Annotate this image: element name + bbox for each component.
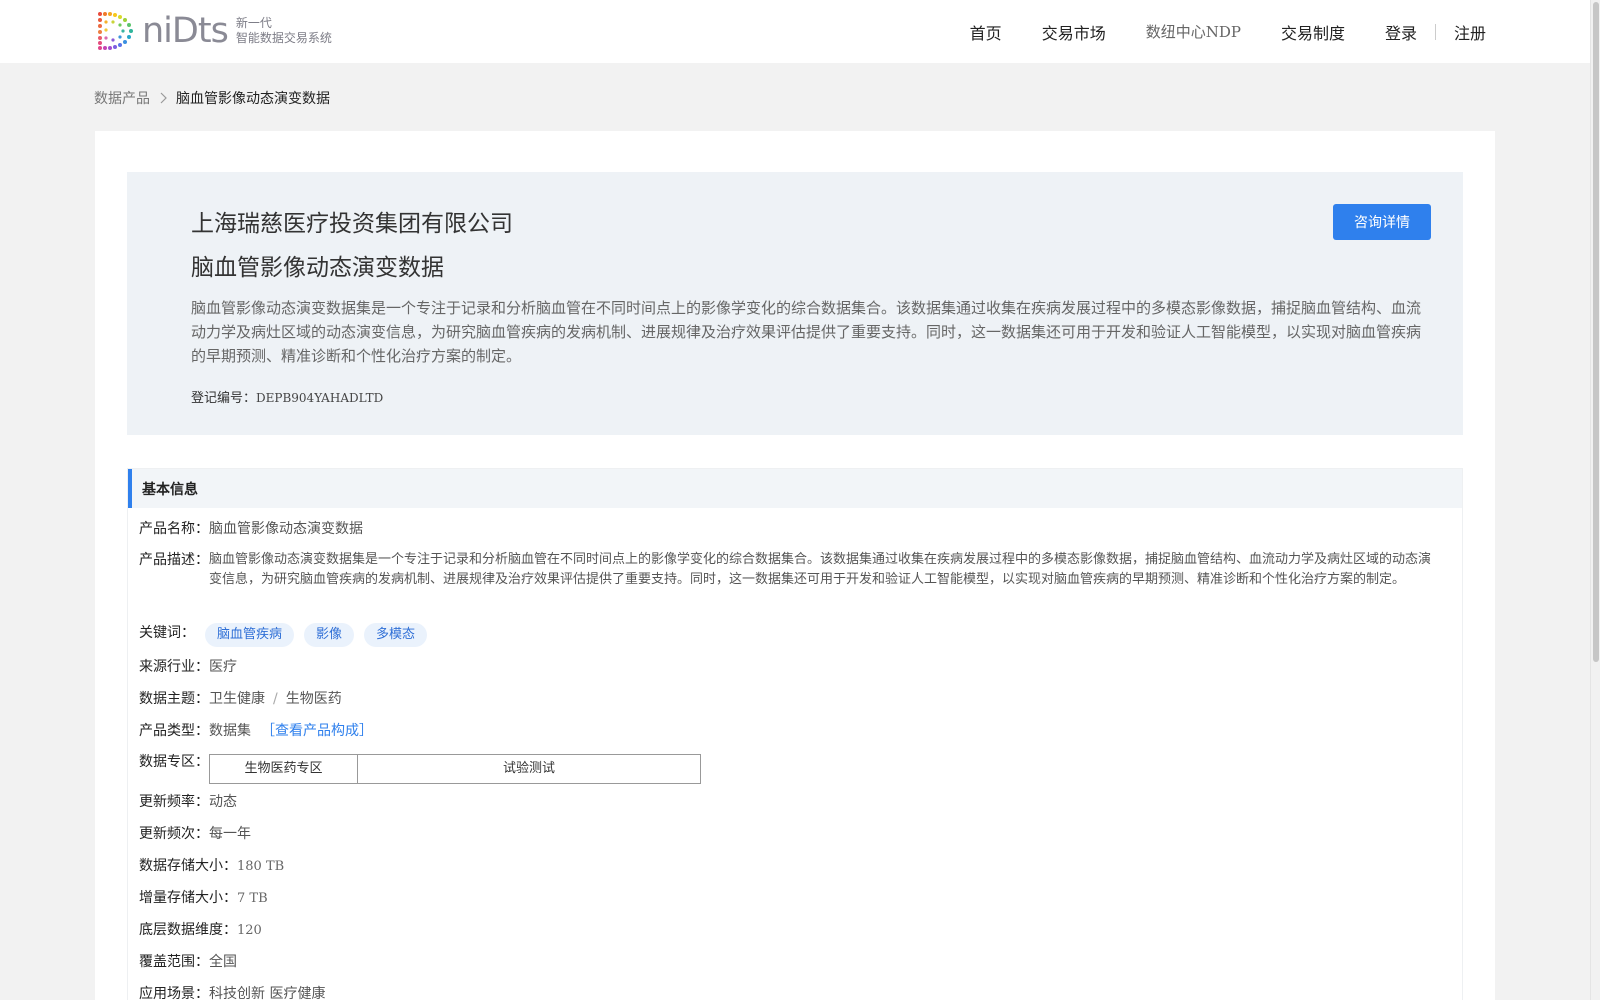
registration-label: 登记编号： xyxy=(191,391,257,406)
field-label: 数据主题： xyxy=(139,691,209,707)
nav-rules[interactable]: 交易制度 xyxy=(1281,20,1345,44)
field-application-scene: 应用场景： 科技创新 医疗健康 xyxy=(139,984,325,1000)
field-label: 增量存储大小： xyxy=(139,890,237,906)
field-label: 更新频次： xyxy=(139,826,209,842)
scrollbar-thumb[interactable] xyxy=(1593,2,1599,662)
field-coverage: 覆盖范围： 全国 xyxy=(139,952,237,973)
field-update-times: 更新频次： 每一年 xyxy=(139,824,251,845)
field-value: 数据集 xyxy=(209,723,251,739)
field-value: 卫生健康 xyxy=(209,691,265,707)
chevron-right-icon xyxy=(160,92,167,104)
field-data-zone: 数据专区： 生物医药专区 试验测试 xyxy=(139,752,701,784)
data-zone-cell: 生物医药专区 xyxy=(210,755,358,783)
field-label: 关键词： xyxy=(139,625,195,641)
register-link[interactable]: 注册 xyxy=(1454,20,1486,44)
field-label: 数据专区： xyxy=(139,754,209,770)
field-label: 应用场景： xyxy=(139,986,209,1000)
logo-tagline-line-2: 智能数据交易系统 xyxy=(235,31,332,45)
logo-tagline-line-1: 新一代 xyxy=(235,16,272,30)
field-label: 产品类型： xyxy=(139,723,209,739)
field-dimensions: 底层数据维度： 120 xyxy=(139,920,262,941)
registration-value: DEPB904YAHADLTD xyxy=(256,391,384,405)
field-value: 动态 xyxy=(209,794,237,810)
field-value: 脑血管影像动态演变数据集是一个专注于记录和分析脑血管在不同时间点上的影像学变化的… xyxy=(209,552,1432,587)
field-update-frequency: 更新频率： 动态 xyxy=(139,792,237,813)
top-navbar: niDts 新一代 智能数据交易系统 首页 交易市场 数纽中心NDP 交易制度 … xyxy=(0,0,1590,63)
field-label: 覆盖范围： xyxy=(139,954,209,970)
product-summary: 脑血管影像动态演变数据集是一个专注于记录和分析脑血管在不同时间点上的影像学变化的… xyxy=(191,299,1422,365)
product-hero: 上海瑞慈医疗投资集团有限公司 脑血管影像动态演变数据 脑血管影像动态演变数据集是… xyxy=(127,172,1463,435)
data-zone-table: 生物医药专区 试验测试 xyxy=(209,754,701,784)
keyword-tag[interactable]: 影像 xyxy=(304,623,355,647)
field-incremental-size: 增量存储大小： 7 TB xyxy=(139,888,268,909)
section-heading: 基本信息 xyxy=(128,469,1462,508)
breadcrumb-current: 脑血管影像动态演变数据 xyxy=(176,91,330,107)
field-product-description: 产品描述： 脑血管影像动态演变数据集是一个专注于记录和分析脑血管在不同时间点上的… xyxy=(139,550,1441,590)
logo-wordmark: niDts xyxy=(142,11,229,51)
product-title: 脑血管影像动态演变数据 xyxy=(191,255,444,281)
field-label: 产品名称： xyxy=(139,521,209,537)
field-label: 来源行业： xyxy=(139,659,209,675)
nav-divider xyxy=(1434,23,1436,40)
keyword-tag[interactable]: 多模态 xyxy=(364,623,428,647)
field-value: 医疗 xyxy=(209,659,237,675)
field-product-name: 产品名称： 脑血管影像动态演变数据 xyxy=(139,519,363,540)
field-label: 产品描述： xyxy=(139,552,209,568)
breadcrumb: 数据产品 脑血管影像动态演变数据 xyxy=(94,88,330,108)
field-value: 7 TB xyxy=(237,891,268,906)
field-industry: 来源行业： 医疗 xyxy=(139,657,237,678)
product-card: 上海瑞慈医疗投资集团有限公司 脑血管影像动态演变数据 脑血管影像动态演变数据集是… xyxy=(95,131,1495,1000)
company-name: 上海瑞慈医疗投资集团有限公司 xyxy=(191,211,513,237)
registration-number: 登记编号：DEPB904YAHADLTD xyxy=(191,387,383,406)
consult-details-button[interactable]: 咨询详情 xyxy=(1333,204,1431,240)
field-keywords: 关键词： 脑血管疾病 影像 多模态 xyxy=(139,623,437,647)
main-nav: 首页 交易市场 数纽中心NDP 交易制度 登录 注册 xyxy=(930,0,1486,63)
field-label: 数据存储大小： xyxy=(139,858,237,874)
field-product-type: 产品类型： 数据集 ［查看产品构成］ xyxy=(139,721,373,742)
topic-separator: / xyxy=(273,691,278,707)
nav-market[interactable]: 交易市场 xyxy=(1042,20,1106,44)
field-storage-size: 数据存储大小： 180 TB xyxy=(139,856,284,877)
view-composition-link[interactable]: ［查看产品构成］ xyxy=(261,721,373,742)
breadcrumb-root[interactable]: 数据产品 xyxy=(94,88,150,108)
field-value: 脑血管影像动态演变数据 xyxy=(209,521,363,537)
nav-home[interactable]: 首页 xyxy=(970,20,1002,44)
field-value: 全国 xyxy=(209,954,237,970)
nav-ndp[interactable]: 数纽中心NDP xyxy=(1146,21,1241,42)
field-value: 每一年 xyxy=(209,826,251,842)
basic-info-section: 基本信息 产品名称： 脑血管影像动态演变数据 产品描述： 脑血管影像动态演变数据… xyxy=(127,468,1463,1000)
data-zone-cell: 试验测试 xyxy=(502,761,555,776)
field-topic: 数据主题： 卫生健康 / 生物医药 xyxy=(139,689,342,710)
field-value: 180 TB xyxy=(237,859,285,874)
field-label: 更新频率： xyxy=(139,794,209,810)
site-logo[interactable]: niDts 新一代 智能数据交易系统 xyxy=(94,10,332,52)
field-label: 底层数据维度： xyxy=(139,922,237,938)
field-value: 120 xyxy=(237,923,262,938)
page-scrollbar[interactable] xyxy=(1590,0,1600,1000)
login-link[interactable]: 登录 xyxy=(1385,20,1417,44)
field-value: 生物医药 xyxy=(285,691,342,707)
keyword-tag[interactable]: 脑血管疾病 xyxy=(205,623,295,647)
field-value: 科技创新 医疗健康 xyxy=(209,986,326,1000)
logo-tagline: 新一代 智能数据交易系统 xyxy=(236,16,332,46)
logo-d-icon xyxy=(98,12,133,50)
